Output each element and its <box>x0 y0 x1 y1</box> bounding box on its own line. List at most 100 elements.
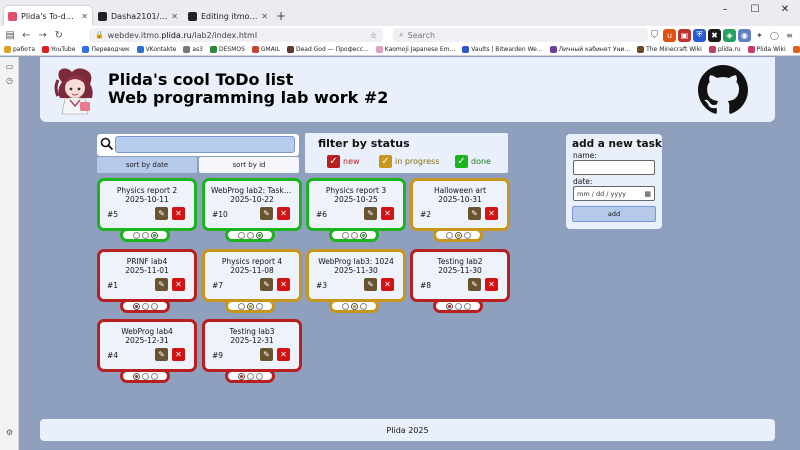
extension-dark-icon[interactable]: ✖ <box>708 28 721 42</box>
settings-gear-icon[interactable]: ⚙ <box>4 427 15 438</box>
task-name-input[interactable] <box>573 160 655 175</box>
radio-done[interactable] <box>463 302 471 310</box>
bookmarks-sidebar-icon[interactable]: ▭ <box>4 61 15 72</box>
radio-new[interactable] <box>341 302 349 310</box>
account-icon[interactable]: ◯ <box>768 29 781 42</box>
sidebar-toggle-icon[interactable]: ▤ <box>4 28 16 42</box>
edit-pencil-icon[interactable]: ✎ <box>364 278 377 291</box>
bookmark-item[interactable]: Переводчик <box>82 46 130 53</box>
delete-x-icon[interactable]: ✕ <box>381 278 394 291</box>
extension-blue-icon[interactable]: ◉ <box>738 28 751 42</box>
back-arrow-icon[interactable]: ← <box>20 28 32 42</box>
tab-close-icon[interactable]: ✕ <box>81 12 88 21</box>
filter-done[interactable]: ✓ done <box>455 155 491 168</box>
sort-by-date-button[interactable]: sort by date <box>97 157 197 173</box>
checkbox-done-icon[interactable]: ✓ <box>455 155 468 168</box>
edit-pencil-icon[interactable]: ✎ <box>260 278 273 291</box>
edit-pencil-icon[interactable]: ✎ <box>468 278 481 291</box>
history-icon[interactable]: ◷ <box>4 75 15 86</box>
extensions-puzzle-icon[interactable]: ✦ <box>753 29 766 42</box>
radio-done[interactable] <box>463 231 471 239</box>
edit-pencil-icon[interactable]: ✎ <box>155 278 168 291</box>
radio-done[interactable] <box>359 302 367 310</box>
bookmark-item[interactable]: DESMOS <box>209 46 245 53</box>
radio-in-progress[interactable] <box>141 302 149 310</box>
radio-new[interactable] <box>132 302 140 310</box>
bookmark-item[interactable]: plida.ru <box>708 46 741 53</box>
edit-pencil-icon[interactable]: ✎ <box>260 348 273 361</box>
radio-in-progress[interactable] <box>350 231 358 239</box>
delete-x-icon[interactable]: ✕ <box>277 348 290 361</box>
browser-tab[interactable]: Plida's To-do list ✕ <box>4 6 92 26</box>
radio-new[interactable] <box>237 302 245 310</box>
bookmark-item[interactable]: Vaults | Bitwarden We... <box>462 46 543 53</box>
filter-in-progress[interactable]: ✓ in progress <box>379 155 439 168</box>
radio-new[interactable] <box>341 231 349 239</box>
reload-icon[interactable]: ↻ <box>53 28 65 42</box>
delete-x-icon[interactable]: ✕ <box>381 207 394 220</box>
radio-done[interactable] <box>255 231 263 239</box>
edit-pencil-icon[interactable]: ✎ <box>260 207 273 220</box>
bookmark-item[interactable]: Plida Wiki <box>747 46 786 53</box>
bookmark-item[interactable]: Trying to setup Wireg... <box>792 46 800 53</box>
maximize-icon[interactable]: ☐ <box>740 0 770 18</box>
browser-tab[interactable]: Dasha2101/WEB2025Q26LB2 ✕ <box>94 6 182 26</box>
tab-close-icon[interactable]: ✕ <box>261 12 268 21</box>
checkbox-in-progress-icon[interactable]: ✓ <box>379 155 392 168</box>
filter-new[interactable]: ✓ new <box>327 155 360 168</box>
delete-x-icon[interactable]: ✕ <box>277 278 290 291</box>
delete-x-icon[interactable]: ✕ <box>485 207 498 220</box>
github-logo-icon[interactable] <box>698 65 748 115</box>
bookmark-star-icon[interactable]: ☆ <box>370 31 377 40</box>
radio-new[interactable] <box>132 231 140 239</box>
radio-in-progress[interactable] <box>246 302 254 310</box>
edit-pencil-icon[interactable]: ✎ <box>155 207 168 220</box>
search-bar[interactable]: ⌕ Search <box>393 28 648 42</box>
bookmark-item[interactable]: VKontakte <box>136 46 176 53</box>
delete-x-icon[interactable]: ✕ <box>172 207 185 220</box>
radio-in-progress[interactable] <box>246 231 254 239</box>
new-tab-plus-icon[interactable]: + <box>274 6 288 26</box>
extension-red-icon[interactable]: ▣ <box>678 28 691 42</box>
bookmark-item[interactable]: The Minecraft Wiki <box>637 46 702 53</box>
bookmark-item[interactable]: as3 <box>183 46 203 53</box>
radio-done[interactable] <box>255 372 263 380</box>
radio-new[interactable] <box>445 302 453 310</box>
bookmark-item[interactable]: YouTube <box>42 46 75 53</box>
search-input[interactable] <box>115 136 295 153</box>
radio-new[interactable] <box>132 372 140 380</box>
delete-x-icon[interactable]: ✕ <box>485 278 498 291</box>
radio-done[interactable] <box>150 372 158 380</box>
bookmark-item[interactable]: Dead God — Професс... <box>286 46 369 53</box>
edit-pencil-icon[interactable]: ✎ <box>468 207 481 220</box>
radio-in-progress[interactable] <box>141 231 149 239</box>
radio-in-progress[interactable] <box>350 302 358 310</box>
extension-bitwarden-icon[interactable]: ⛨ <box>693 28 706 42</box>
radio-in-progress[interactable] <box>141 372 149 380</box>
radio-in-progress[interactable] <box>246 372 254 380</box>
address-bar[interactable]: 🔒 webdev.itmo. plida.ru/lab2/index.html ☆ <box>88 28 384 42</box>
minimize-icon[interactable]: – <box>710 0 740 18</box>
menu-icon[interactable]: ≡ <box>783 29 796 42</box>
tab-close-icon[interactable]: ✕ <box>171 12 178 21</box>
calendar-icon[interactable]: ▦ <box>644 190 651 198</box>
add-task-button[interactable]: add <box>572 206 656 222</box>
radio-done[interactable] <box>150 231 158 239</box>
edit-pencil-icon[interactable]: ✎ <box>155 348 168 361</box>
delete-x-icon[interactable]: ✕ <box>172 348 185 361</box>
delete-x-icon[interactable]: ✕ <box>172 278 185 291</box>
forward-arrow-icon[interactable]: → <box>36 28 48 42</box>
radio-done[interactable] <box>359 231 367 239</box>
radio-new[interactable] <box>237 372 245 380</box>
extension-green-icon[interactable]: ◈ <box>723 28 736 42</box>
radio-new[interactable] <box>445 231 453 239</box>
checkbox-new-icon[interactable]: ✓ <box>327 155 340 168</box>
radio-in-progress[interactable] <box>454 302 462 310</box>
bookmark-item[interactable]: работа <box>4 46 35 53</box>
task-date-input[interactable]: mm / dd / yyyy ▦ <box>573 186 655 201</box>
radio-new[interactable] <box>237 231 245 239</box>
delete-x-icon[interactable]: ✕ <box>277 207 290 220</box>
edit-pencil-icon[interactable]: ✎ <box>364 207 377 220</box>
bookmark-item[interactable]: GMAIL <box>251 46 280 53</box>
radio-done[interactable] <box>255 302 263 310</box>
